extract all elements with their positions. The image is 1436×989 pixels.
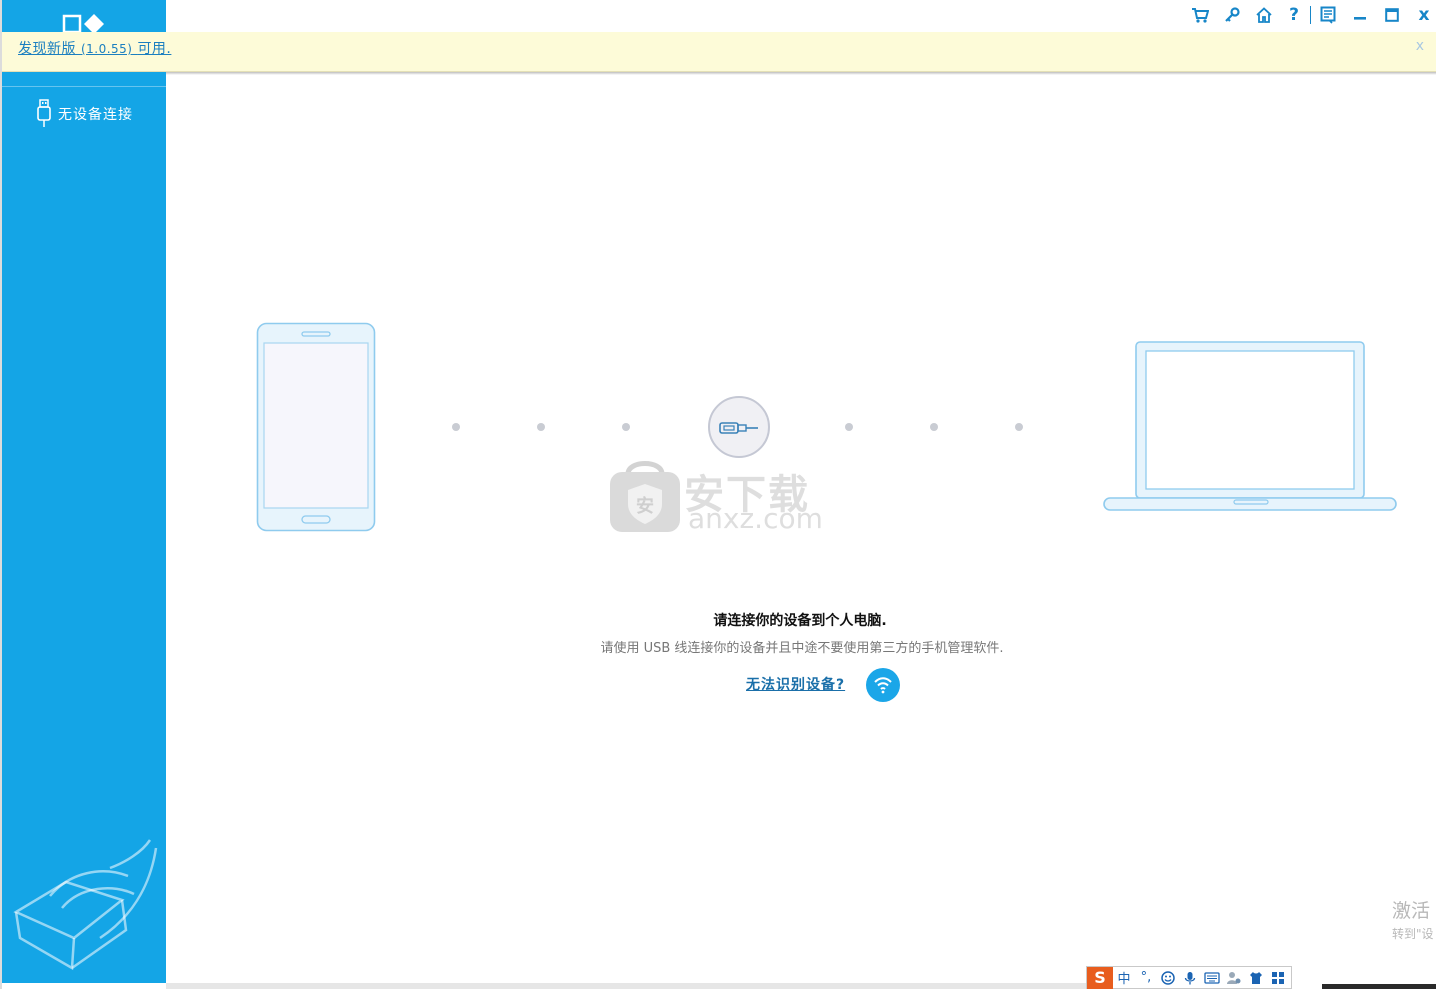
device-not-recognized-link[interactable]: 无法识别设备? (746, 674, 845, 694)
usb-cable-icon (719, 422, 758, 434)
maximize-icon[interactable] (1380, 4, 1404, 26)
activate-line2: 转到"设 (1392, 927, 1434, 941)
sidebar-decoration-icon (13, 839, 158, 971)
watermark-badge-text: 安 (636, 495, 654, 517)
key-icon[interactable] (1220, 4, 1244, 26)
watermark-en-text: anxz.com (688, 502, 823, 535)
feedback-icon[interactable] (1316, 4, 1340, 26)
ime-mode[interactable]: 中 (1113, 967, 1135, 989)
ime-emoji-icon[interactable] (1157, 967, 1179, 989)
watermark: 安 安下载 anxz.com (608, 454, 828, 536)
laptop-icon (1103, 341, 1397, 511)
titlebar-separator (1310, 6, 1311, 24)
wifi-connect-button[interactable] (866, 668, 900, 702)
taskbar-edge (1322, 984, 1436, 989)
update-banner: 发现新版 (1.0.55) 可用. x (2, 32, 1436, 72)
banner-close-button[interactable]: x (1416, 38, 1424, 54)
activate-windows-notice: 激活 转到"设 (1392, 896, 1436, 946)
update-link[interactable]: 发现新版 (1.0.55) 可用. (18, 38, 171, 58)
connection-dot (1015, 423, 1023, 431)
sidebar-divider (2, 86, 166, 87)
update-link-text: 发现新版 (18, 41, 76, 57)
connection-dot (622, 423, 630, 431)
ime-user-icon[interactable] (1223, 967, 1245, 989)
window-bottom-edge (166, 983, 1086, 989)
ime-mic-icon[interactable] (1179, 967, 1201, 989)
ime-keyboard-icon[interactable] (1201, 967, 1223, 989)
app-logo-icon (62, 14, 104, 34)
close-icon[interactable]: x (1412, 4, 1436, 26)
usb-icon (37, 99, 51, 127)
home-icon[interactable] (1252, 4, 1276, 26)
sidebar: 无设备连接 (2, 0, 166, 983)
banner-shadow (166, 72, 1436, 75)
minimize-icon[interactable] (1348, 4, 1372, 26)
ime-grid-icon[interactable] (1267, 967, 1289, 989)
connection-dot (930, 423, 938, 431)
cart-icon[interactable] (1188, 4, 1212, 26)
help-icon[interactable]: ? (1282, 4, 1306, 26)
connection-dot (452, 423, 460, 431)
update-link-tail: 可用. (137, 41, 172, 57)
connect-title: 请连接你的设备到个人电脑. (713, 613, 887, 629)
ime-logo[interactable]: S (1087, 966, 1113, 989)
title-bar: ? x (166, 0, 1436, 32)
ime-toolbar: S 中 °, (1086, 966, 1292, 989)
connect-subtitle: 请使用 USB 线连接你的设备并且中途不要使用第三方的手机管理软件. (600, 641, 1004, 656)
connection-dot (845, 423, 853, 431)
ime-punctuation[interactable]: °, (1135, 967, 1157, 989)
connection-dot (537, 423, 545, 431)
cable-connector (708, 396, 770, 458)
update-version: (1.0.55) (80, 42, 133, 56)
wifi-icon (874, 677, 892, 694)
device-status-label: 无设备连接 (58, 107, 133, 123)
sidebar-item-no-device[interactable]: 无设备连接 (36, 98, 156, 130)
ime-skin-icon[interactable] (1245, 967, 1267, 989)
phone-icon (256, 322, 376, 532)
activate-line1: 激活 (1392, 900, 1431, 922)
shield-bag-icon: 安 (610, 461, 680, 532)
